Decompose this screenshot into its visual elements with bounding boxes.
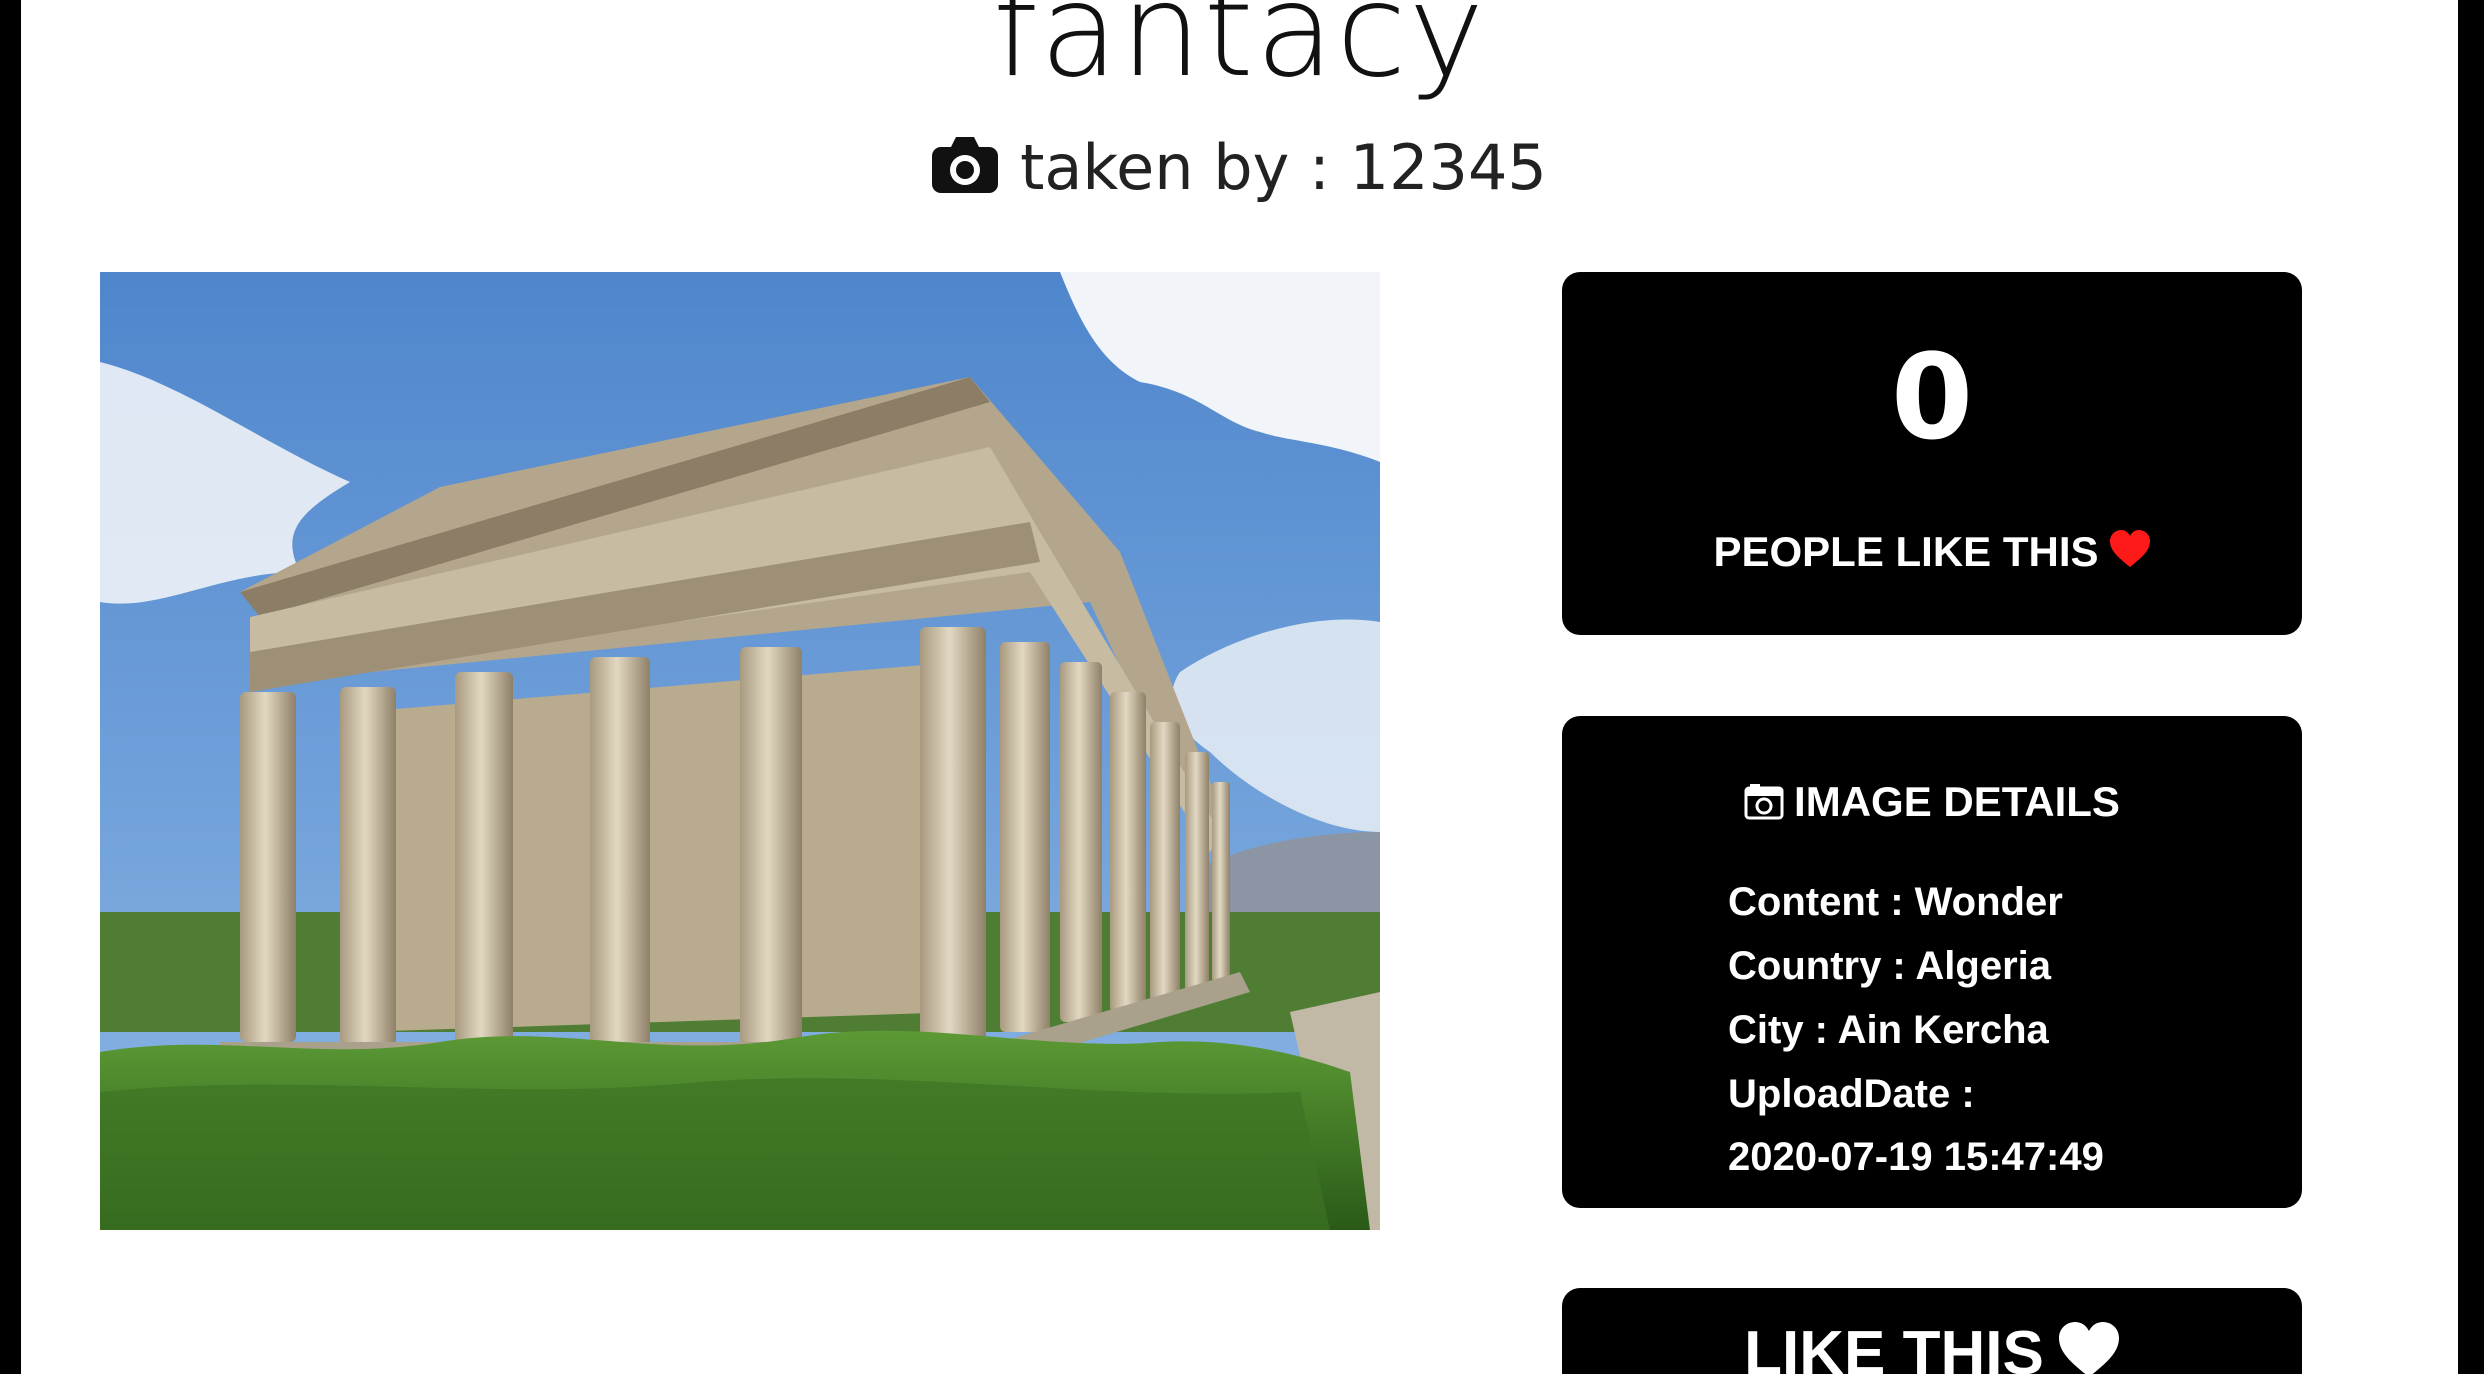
image-details-card: IMAGE DETAILS Content : Wonder Country :…: [1562, 716, 2302, 1208]
main-photo: [100, 272, 1380, 1230]
likes-label: PEOPLE LIKE THIS: [1713, 528, 2099, 575]
details-list: Content : Wonder Country : Algeria City …: [1728, 870, 2268, 1184]
heart-icon[interactable]: [2058, 1318, 2120, 1374]
like-button-label-row[interactable]: LIKE THIS: [1562, 1314, 2302, 1374]
page-title: fantacy: [992, 0, 1487, 106]
likes-label-row: PEOPLE LIKE THIS: [1562, 524, 2302, 580]
like-button-label[interactable]: LIKE THIS: [1744, 1319, 2044, 1374]
detail-upload-label: UploadDate :: [1728, 1072, 1975, 1116]
details-title-row: IMAGE DETAILS: [1562, 774, 2302, 830]
details-title: IMAGE DETAILS: [1794, 778, 2120, 825]
detail-content: Content : Wonder: [1728, 880, 2063, 924]
picture-icon: [1744, 778, 1784, 820]
detail-country: Country : Algeria: [1728, 944, 2051, 988]
like-count: 0: [1890, 328, 1974, 466]
detail-upload-date: 2020-07-19 15:47:49: [1728, 1135, 2104, 1179]
like-this-button[interactable]: LIKE THIS: [1562, 1288, 2302, 1374]
detail-city: City : Ain Kercha: [1728, 1008, 2049, 1052]
page-background: fantacy taken by : 12345 0 PEOPLE LIKE T…: [21, 0, 2458, 1374]
camera-icon: [932, 132, 999, 193]
likes-card: 0 PEOPLE LIKE THIS: [1562, 272, 2302, 635]
heart-icon: [2109, 526, 2151, 567]
photographer-byline: taken by : 12345: [21, 128, 2458, 208]
byline-text: taken by : 12345: [1020, 131, 1547, 204]
